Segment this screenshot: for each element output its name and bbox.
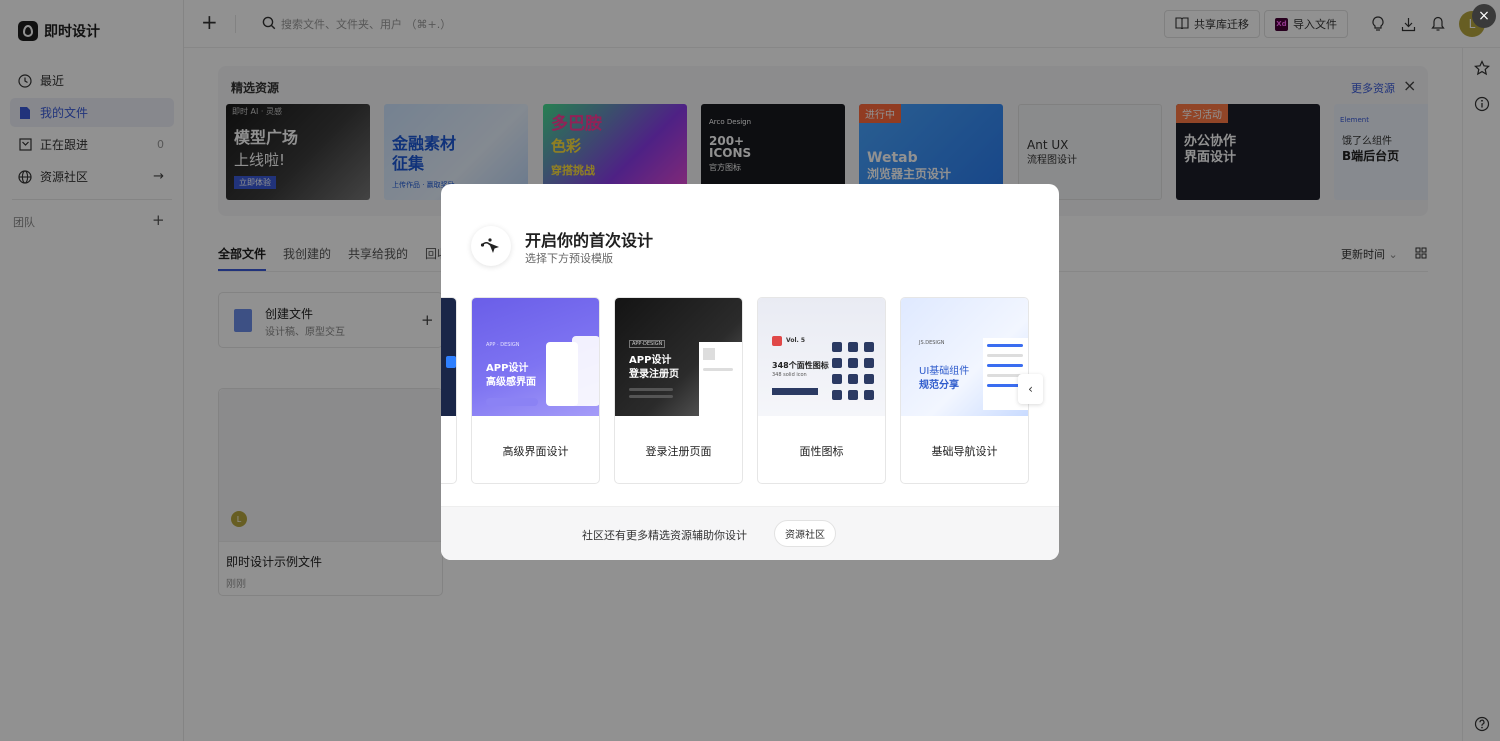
template-thumbnail: Vol. 5 348个面性图标 348 solid icon (758, 298, 885, 416)
template-label: 高级界面设计 (502, 445, 569, 458)
template-card[interactable]: APP · DESIGN APP设计 高级感界面 高级界面设计 (471, 297, 600, 484)
template-carousel: APP · DESIGN APP设计 高级感界面 高级界面设计 APP·DESI… (441, 297, 1059, 484)
template-thumbnail: APP·DESIGN APP设计 登录注册页 (615, 298, 742, 416)
footer-text: 社区还有更多精选资源辅助你设计 (582, 529, 747, 542)
template-label: 面性图标 (799, 445, 844, 458)
template-thumbnail: JS.DESIGN UI基础组件 规范分享 (901, 298, 1028, 416)
modal-footer: 社区还有更多精选资源辅助你设计 资源社区 (441, 506, 1059, 560)
cursor-design-icon (471, 226, 511, 266)
close-icon[interactable]: × (1472, 4, 1496, 28)
template-card[interactable]: Vol. 5 348个面性图标 348 solid icon 面性图标 (757, 297, 886, 484)
template-label: 基础导航设计 (931, 445, 998, 458)
template-thumbnail: APP · DESIGN APP设计 高级感界面 (472, 298, 599, 416)
resource-community-button[interactable]: 资源社区 (774, 520, 836, 547)
template-label: 登录注册页面 (645, 445, 712, 458)
template-card[interactable]: JS.DESIGN UI基础组件 规范分享 基础导航设计 (900, 297, 1029, 484)
first-design-modal: 开启你的首次设计 选择下方预设模版 APP · DESIGN APP设计 高级感… (441, 184, 1059, 560)
modal-subtitle: 选择下方预设模版 (525, 252, 613, 265)
carousel-prev-button[interactable]: ‹ (1018, 374, 1043, 404)
template-thumbnail (441, 298, 456, 416)
template-card[interactable]: APP·DESIGN APP设计 登录注册页 登录注册页面 (614, 297, 743, 484)
template-card[interactable] (441, 297, 457, 484)
modal-title: 开启你的首次设计 (525, 231, 654, 250)
